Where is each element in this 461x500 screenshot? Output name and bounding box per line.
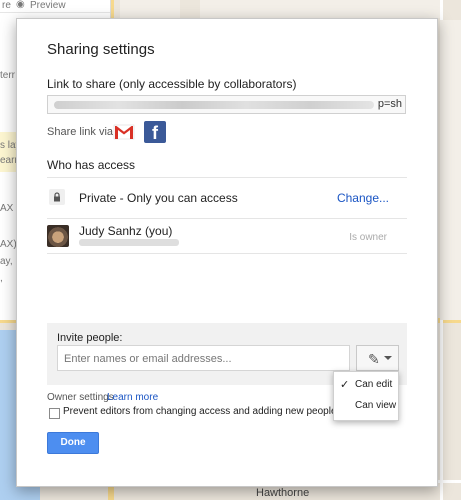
- blurred-user-email: [79, 239, 179, 246]
- lock-icon: [49, 189, 65, 205]
- user-name: Judy Sanhz (you): [79, 224, 173, 238]
- map-place-label: Hawthorne: [256, 487, 310, 499]
- checkmark-icon: ✓: [340, 379, 350, 391]
- permission-dropdown-button[interactable]: ✎: [356, 345, 399, 371]
- gmail-icon[interactable]: [113, 123, 135, 141]
- avatar: [47, 225, 69, 247]
- left-panel-snippet: AX: [0, 203, 14, 214]
- chevron-down-icon: [384, 356, 392, 360]
- pencil-icon: ✎: [368, 351, 380, 367]
- left-panel-fragment: re: [2, 0, 11, 11]
- invite-people-input[interactable]: Enter names or email addresses...: [57, 345, 350, 371]
- facebook-icon[interactable]: f: [144, 121, 166, 143]
- left-panel-snippet: ,: [0, 273, 3, 284]
- dialog-title: Sharing settings: [47, 41, 155, 58]
- change-access-link[interactable]: Change...: [337, 191, 389, 205]
- owner-settings-label: Owner settings: [47, 392, 114, 403]
- permission-menu: ✓ Can edit Can view: [333, 371, 399, 421]
- prevent-editors-label: Prevent editors from changing access and…: [63, 406, 337, 417]
- link-to-share-label: Link to share (only accessible by collab…: [47, 77, 297, 91]
- share-link-via-label: Share link via:: [47, 126, 117, 138]
- learn-more-link[interactable]: Learn more: [107, 392, 158, 403]
- left-panel-snippet: terr: [0, 70, 15, 81]
- divider: [47, 177, 407, 178]
- divider: [47, 218, 407, 219]
- invite-people-label: Invite people:: [57, 332, 123, 344]
- menu-item-can-edit[interactable]: ✓ Can edit: [334, 375, 398, 395]
- blurred-link-text: [54, 101, 374, 109]
- divider: [47, 253, 407, 254]
- access-level-text: Private - Only you can access: [79, 191, 238, 205]
- prevent-editors-checkbox[interactable]: [49, 408, 60, 419]
- share-link-field[interactable]: p=sh: [47, 95, 406, 114]
- menu-item-can-view[interactable]: Can view: [334, 396, 398, 416]
- menu-item-label: Can edit: [355, 379, 393, 390]
- done-button[interactable]: Done: [47, 432, 99, 454]
- link-tail-text: p=sh: [377, 98, 402, 110]
- user-role: Is owner: [349, 232, 387, 243]
- eye-icon: ◉: [16, 0, 25, 10]
- menu-item-label: Can view: [355, 400, 397, 411]
- preview-label[interactable]: Preview: [30, 0, 66, 11]
- who-has-access-heading: Who has access: [47, 158, 136, 172]
